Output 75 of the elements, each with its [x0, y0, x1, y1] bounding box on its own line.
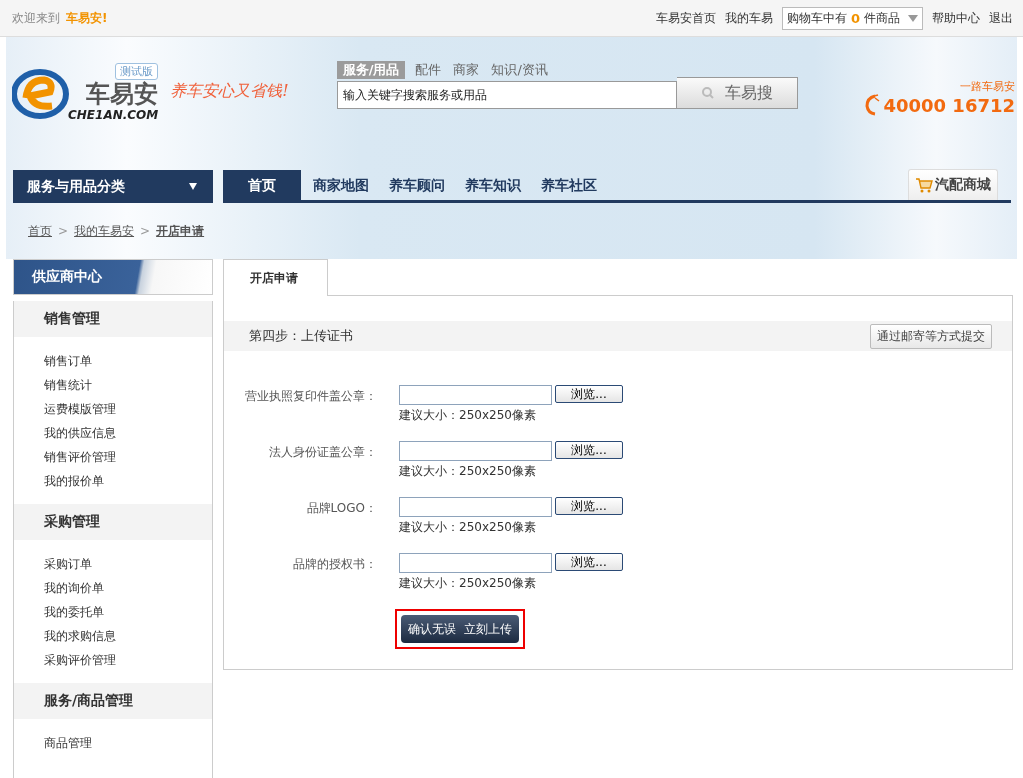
mail-submit-button[interactable]: 通过邮寄等方式提交 [870, 323, 992, 349]
search-tab[interactable]: 知识/资讯 [489, 61, 550, 79]
nav-item[interactable]: 养车社区 [531, 170, 607, 200]
panel-tab[interactable]: 开店申请 [223, 259, 328, 296]
field-label: 品牌的授权书： [292, 556, 377, 573]
size-hint: 建议大小：250x250像素 [399, 519, 537, 536]
search-button[interactable]: 车易搜 [676, 77, 798, 109]
size-hint: 建议大小：250x250像素 [399, 407, 537, 424]
breadcrumb-link[interactable]: 开店申请 [156, 222, 205, 240]
breadcrumb-link[interactable]: 首页 [28, 222, 52, 240]
search-field[interactable]: 输入关键字搜索服务或用品 [336, 81, 677, 109]
sidebar-link[interactable]: 我的供应信息 [44, 425, 212, 442]
size-hint: 建议大小：250x250像素 [399, 463, 537, 480]
field-label: 品牌LOGO： [305, 500, 377, 517]
cart-icon [915, 177, 933, 193]
section-title: 销售管理 [14, 301, 212, 337]
dropdown-arrow-icon [908, 14, 918, 22]
field-label: 法人身份证盖公章： [268, 444, 377, 461]
breadcrumb-link[interactable]: 我的车易安 [74, 222, 135, 240]
nav-item[interactable]: 养车顾问 [379, 170, 455, 200]
sidebar-link[interactable]: 销售统计 [44, 377, 212, 394]
slogan-text: 养车安心又省钱! [170, 81, 289, 102]
top-link[interactable]: 退出 [989, 9, 1013, 27]
sidebar-link[interactable]: 采购评价管理 [44, 652, 212, 669]
browse-button[interactable]: 浏览... [555, 497, 623, 515]
sidebar-link[interactable]: 采购订单 [44, 556, 212, 573]
field-label: 营业执照复印件盖公章： [244, 388, 377, 405]
dropdown-arrow-icon [189, 183, 197, 190]
nav-item[interactable]: 商家地图 [303, 170, 379, 200]
cart-suffix: 件商品 [864, 9, 900, 27]
sidebar-link[interactable]: 我的求购信息 [44, 628, 212, 645]
breadcrumb-separator: > [140, 224, 151, 238]
sidebar-link[interactable]: 我的报价单 [44, 473, 212, 490]
category-dropdown[interactable]: 服务与用品分类 [13, 170, 213, 203]
sidebar-link[interactable]: 商品管理 [44, 735, 212, 752]
nav-item[interactable]: 养车知识 [455, 170, 531, 200]
search-icon [700, 86, 715, 100]
parts-mall-tab[interactable]: 汽配商城 [908, 169, 998, 200]
hotline-number: 40000 16712 [883, 94, 1015, 116]
logo-name: 车易安 [86, 80, 159, 108]
upload-button[interactable]: 确认无误 立刻上传 [401, 615, 519, 643]
sidebar-link[interactable]: 我的委托单 [44, 604, 212, 621]
size-hint: 建议大小：250x250像素 [399, 575, 537, 592]
top-link[interactable]: 我的车易 [724, 9, 773, 27]
section-title: 采购管理 [14, 504, 212, 540]
file-path-field[interactable] [399, 385, 552, 405]
hotline-tagline: 一路车易安 [960, 79, 1015, 94]
sidebar-title: 供应商中心 [32, 268, 102, 286]
file-path-field[interactable] [399, 553, 552, 573]
browse-button[interactable]: 浏览... [555, 553, 623, 571]
top-link[interactable]: 帮助中心 [932, 9, 980, 27]
sidebar-link[interactable]: 运费模版管理 [44, 401, 212, 418]
search-tab[interactable]: 配件 [413, 61, 444, 79]
nav-item[interactable]: 首页 [223, 170, 301, 200]
file-path-field[interactable] [399, 441, 552, 461]
top-link[interactable]: 车易安首页 [655, 9, 716, 27]
file-path-field[interactable] [399, 497, 552, 517]
step-title: 第四步：上传证书 [249, 327, 353, 345]
cart-prefix: 购物车中有 [786, 9, 847, 27]
sidebar-link[interactable]: 销售评价管理 [44, 449, 212, 466]
beta-badge: 测试版 [115, 63, 159, 80]
search-tab[interactable]: 商家 [451, 61, 482, 79]
logo-e-icon [12, 68, 70, 120]
logo-domain: CHE1AN.COM [68, 108, 159, 122]
welcome-text: 欢迎来到 [12, 10, 60, 25]
browse-button[interactable]: 浏览... [555, 385, 623, 403]
category-label: 服务与用品分类 [27, 177, 125, 196]
breadcrumb-separator: > [58, 224, 69, 238]
sidebar-link[interactable]: 销售订单 [44, 353, 212, 370]
browse-button[interactable]: 浏览... [555, 441, 623, 459]
cart-count: 0 [850, 10, 860, 26]
cart-dropdown[interactable]: 购物车中有 0 件商品 [781, 6, 923, 30]
sidebar-link[interactable]: 我的询价单 [44, 580, 212, 597]
phone-icon [865, 94, 882, 116]
section-title: 服务/商品管理 [14, 683, 212, 719]
